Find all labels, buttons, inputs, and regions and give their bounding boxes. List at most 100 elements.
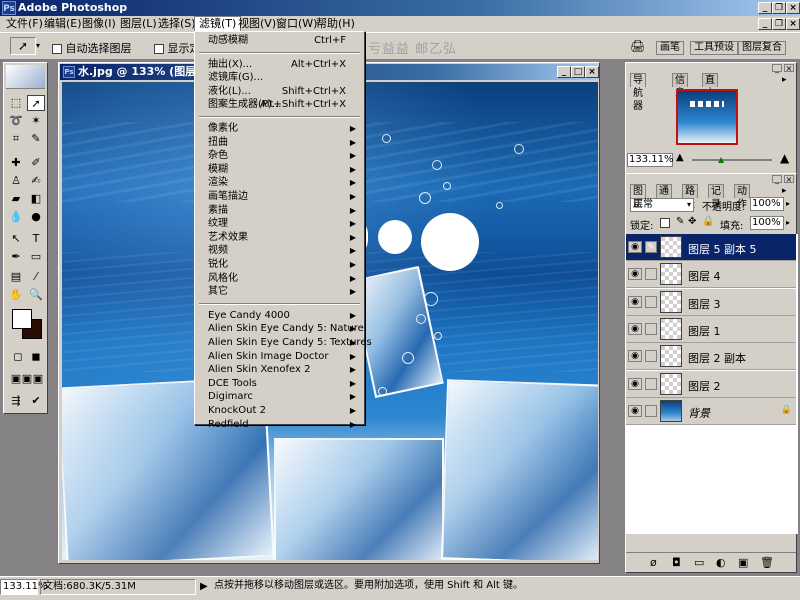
magic-wand-icon[interactable]: ✶ bbox=[27, 113, 45, 129]
layer-row[interactable]: ◉ 图层 3 bbox=[626, 288, 796, 316]
shape-tool-icon[interactable]: ▭ bbox=[27, 249, 45, 265]
hand-tool-icon[interactable]: ✋ bbox=[7, 287, 25, 303]
notes-tool-icon[interactable]: ▤ bbox=[7, 269, 25, 285]
doc-win-minimize-icon[interactable]: _ bbox=[557, 66, 571, 78]
align-buttons[interactable]: 亏益益 邮乙弘 bbox=[368, 38, 457, 57]
layer-style-icon[interactable]: ø bbox=[650, 556, 657, 569]
filter-menu-item[interactable]: Eye Candy 4000 ▶ bbox=[197, 309, 362, 323]
layer-name[interactable]: 图层 2 副本 bbox=[688, 350, 746, 366]
layer-name[interactable]: 背景 bbox=[688, 405, 710, 421]
filter-menu-item[interactable]: Digimarc ▶ bbox=[197, 390, 362, 404]
menu-image[interactable]: 图像(I) bbox=[78, 16, 120, 32]
panel-minimize-icon[interactable]: _ bbox=[772, 64, 782, 73]
filter-menu-item[interactable]: Alien Skin Image Doctor ▶ bbox=[197, 350, 362, 364]
eyedropper-icon[interactable]: ⁄ bbox=[27, 269, 45, 285]
close-icon[interactable]: × bbox=[786, 2, 800, 14]
standard-mode-icon[interactable]: ◻ bbox=[9, 349, 27, 365]
doc-restore-icon[interactable]: ❐ bbox=[772, 18, 786, 30]
layer-link-box[interactable] bbox=[645, 295, 657, 308]
lock-transparency-checkbox[interactable] bbox=[660, 218, 670, 228]
tab-history[interactable]: 记录 bbox=[708, 184, 724, 210]
filter-menu-item[interactable]: 图案生成器(P)... Alt+Shift+Ctrl+X bbox=[197, 98, 362, 112]
eye-icon[interactable]: ◉ bbox=[628, 404, 642, 417]
eye-icon[interactable]: ◉ bbox=[628, 268, 642, 281]
tab-actions[interactable]: 动作 bbox=[734, 184, 750, 210]
tab-tool-presets[interactable]: 工具预设 bbox=[690, 41, 738, 55]
eye-icon[interactable]: ◉ bbox=[628, 241, 642, 253]
filter-menu-item[interactable]: 杂色 ▶ bbox=[197, 149, 362, 163]
filter-menu-item[interactable]: Alien Skin Eye Candy 5: Nature ▶ bbox=[197, 322, 364, 336]
zoom-out-icon[interactable]: ▲ bbox=[676, 152, 684, 163]
adjustment-layer-icon[interactable]: ◐ bbox=[716, 556, 726, 569]
quick-mask-icon[interactable]: ◼ bbox=[27, 349, 45, 365]
layer-link-box[interactable] bbox=[645, 350, 657, 363]
brush-tool-icon[interactable]: ✐ bbox=[27, 155, 45, 171]
imageready-icon[interactable]: ✔ bbox=[27, 393, 45, 409]
filter-menu-item[interactable]: 渲染 ▶ bbox=[197, 176, 362, 190]
gradient-tool-icon[interactable]: ◧ bbox=[27, 191, 45, 207]
filter-menu-item[interactable]: 模糊 ▶ bbox=[197, 163, 362, 177]
lock-all-icon[interactable]: 🔒 bbox=[702, 216, 714, 227]
eye-icon[interactable]: ◉ bbox=[628, 295, 642, 308]
filter-menu-item[interactable]: 纹理 ▶ bbox=[197, 217, 362, 231]
filter-menu-item[interactable]: 抽出(X)... Alt+Ctrl+X bbox=[197, 58, 362, 72]
layer-row[interactable]: ◉ 图层 2 bbox=[626, 370, 796, 398]
filter-menu-item[interactable]: Alien Skin Eye Candy 5: Textures ▶ bbox=[197, 336, 372, 350]
marquee-tool-icon[interactable]: ⬚ bbox=[7, 95, 25, 111]
menu-select[interactable]: 选择(S) bbox=[154, 16, 200, 32]
layer-thumbnail[interactable] bbox=[660, 372, 682, 395]
eye-icon[interactable]: ◉ bbox=[628, 322, 642, 335]
move-tool-icon[interactable]: ➚ bbox=[27, 95, 45, 111]
layer-name[interactable]: 图层 3 bbox=[688, 296, 721, 312]
filter-menu-item[interactable]: 液化(L)... Shift+Ctrl+X bbox=[197, 85, 362, 99]
tab-navigator[interactable]: 导航器 bbox=[630, 73, 646, 112]
panel-close-icon[interactable]: × bbox=[784, 64, 794, 73]
layer-name[interactable]: 图层 2 bbox=[688, 378, 721, 394]
foreground-color-swatch[interactable] bbox=[12, 309, 32, 329]
eye-icon[interactable]: ◉ bbox=[628, 377, 642, 390]
doc-win-maximize-icon[interactable]: □ bbox=[571, 66, 585, 78]
navigator-zoom-slider[interactable]: ▲ bbox=[692, 155, 772, 164]
tab-layers[interactable]: 图层 bbox=[630, 184, 646, 210]
layer-thumbnail[interactable] bbox=[660, 236, 682, 258]
fill-arrow-icon[interactable]: ▸ bbox=[786, 218, 790, 227]
layer-row[interactable]: ◉ 图层 2 副本 bbox=[626, 343, 796, 371]
layer-link-box[interactable] bbox=[645, 268, 657, 281]
healing-brush-icon[interactable]: ✚ bbox=[7, 155, 25, 171]
crop-tool-icon[interactable]: ⌗ bbox=[7, 131, 25, 147]
minimize-icon[interactable]: _ bbox=[758, 2, 772, 14]
filter-menu-item[interactable]: 艺术效果 ▶ bbox=[197, 231, 362, 245]
zoom-tool-icon[interactable]: 🔍 bbox=[27, 287, 45, 303]
filter-menu-item[interactable]: 素描 ▶ bbox=[197, 204, 362, 218]
filter-menu-item[interactable]: Redfield ▶ bbox=[197, 418, 362, 432]
filter-menu-item[interactable]: 视频 ▶ bbox=[197, 244, 362, 258]
layers-menu-arrow-icon[interactable]: ▸ bbox=[782, 186, 787, 196]
filter-menu-item[interactable]: KnockOut 2 ▶ bbox=[197, 404, 362, 418]
delete-layer-icon[interactable]: 🗑 bbox=[760, 556, 774, 569]
menu-help[interactable]: 帮助(H) bbox=[312, 16, 359, 32]
navigator-preview-thumbnail[interactable] bbox=[676, 89, 738, 145]
filter-menu-item[interactable]: 锐化 ▶ bbox=[197, 258, 362, 272]
tab-channels[interactable]: 通道 bbox=[656, 184, 672, 210]
fill-field[interactable]: 100% bbox=[750, 216, 784, 230]
layer-mask-icon[interactable]: ◘ bbox=[672, 556, 681, 569]
jump-to-imageready-icon[interactable]: ⇶ bbox=[7, 393, 25, 409]
opacity-arrow-icon[interactable]: ▸ bbox=[786, 199, 790, 208]
layer-thumbnail[interactable] bbox=[660, 263, 682, 286]
status-arrow-icon[interactable]: ▶ bbox=[200, 581, 208, 592]
history-brush-icon[interactable]: ✍ bbox=[27, 173, 45, 189]
adobe-feather-icon[interactable] bbox=[6, 65, 45, 89]
filter-menu-item[interactable]: Alien Skin Xenofex 2 ▶ bbox=[197, 363, 362, 377]
layer-name[interactable]: 图层 4 bbox=[688, 268, 721, 284]
doc-win-close-icon[interactable]: × bbox=[585, 66, 599, 78]
layer-thumbnail[interactable] bbox=[660, 345, 682, 368]
status-zoom-field[interactable]: 133.11% bbox=[0, 579, 48, 595]
zoom-in-icon[interactable]: ▲ bbox=[780, 151, 789, 165]
layer-thumbnail[interactable] bbox=[660, 399, 682, 422]
doc-close-icon[interactable]: × bbox=[786, 18, 800, 30]
slice-tool-icon[interactable]: ✎ bbox=[27, 131, 45, 147]
layer-row[interactable]: ◉ 背景 🔒 bbox=[626, 397, 796, 425]
filter-menu-item[interactable]: DCE Tools ▶ bbox=[197, 377, 362, 391]
filter-menu-item[interactable]: 像素化 ▶ bbox=[197, 122, 362, 136]
layer-link-box[interactable] bbox=[645, 404, 657, 417]
